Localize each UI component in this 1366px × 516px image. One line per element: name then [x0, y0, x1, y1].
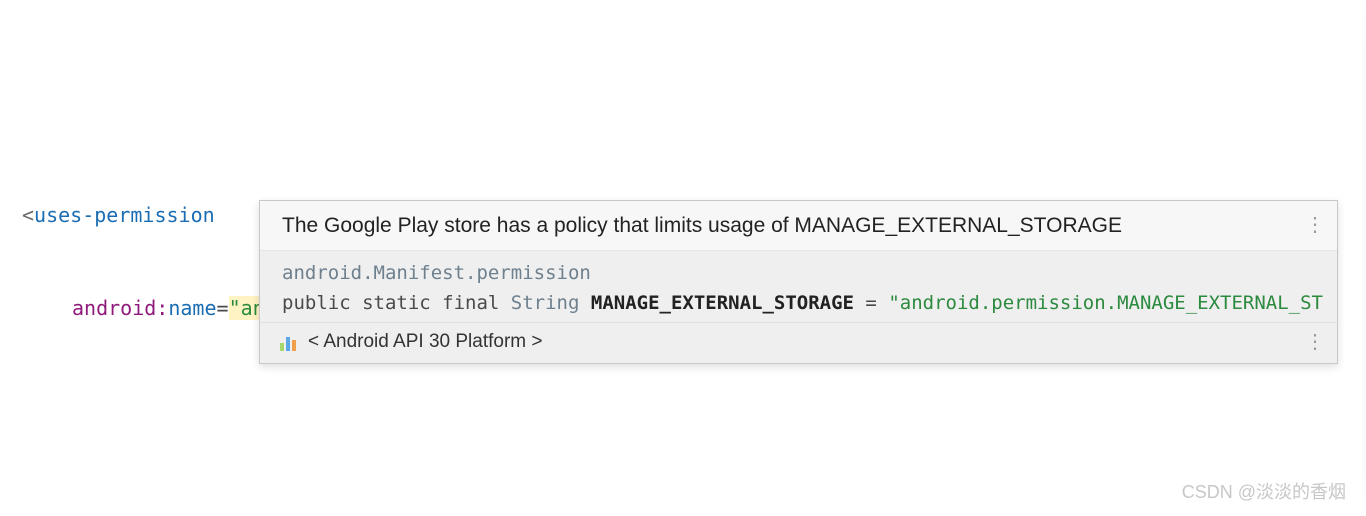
popup-footer: < Android API 30 Platform > ⋮	[260, 322, 1337, 363]
attr-namespace: android	[72, 296, 156, 320]
equals-sign: =	[217, 296, 229, 320]
space	[579, 292, 590, 314]
platform-icon	[280, 333, 298, 351]
type-name: String	[511, 292, 580, 314]
declaration-line: public static final String MANAGE_EXTERN…	[282, 289, 1323, 318]
platform-label[interactable]: < Android API 30 Platform >	[308, 331, 542, 353]
tag-open-bracket: <	[22, 203, 34, 227]
popup-header: The Google Play store has a policy that …	[260, 201, 1337, 251]
popup-title: The Google Play store has a policy that …	[282, 211, 1305, 240]
attr-name: name	[168, 296, 216, 320]
eq-token: =	[854, 292, 888, 314]
documentation-popup[interactable]: The Google Play store has a policy that …	[259, 200, 1338, 364]
keyword-modifiers: public static final	[282, 292, 511, 314]
constant-name: MANAGE_EXTERNAL_STORAGE	[591, 292, 854, 314]
footer-more-icon[interactable]: ⋮	[1305, 332, 1323, 352]
xml-tag-name: uses-permission	[34, 203, 215, 227]
string-literal: "android.permission.MANAGE_EXTERNAL_ST	[888, 292, 1323, 314]
attr-colon: :	[156, 296, 168, 320]
popup-body: android.Manifest.permission public stati…	[260, 251, 1337, 322]
class-path[interactable]: android.Manifest.permission	[282, 259, 1323, 288]
watermark: CSDN @淡淡的香烟	[1182, 478, 1346, 504]
open-quote: "	[229, 296, 241, 320]
more-actions-icon[interactable]: ⋮	[1305, 211, 1323, 235]
